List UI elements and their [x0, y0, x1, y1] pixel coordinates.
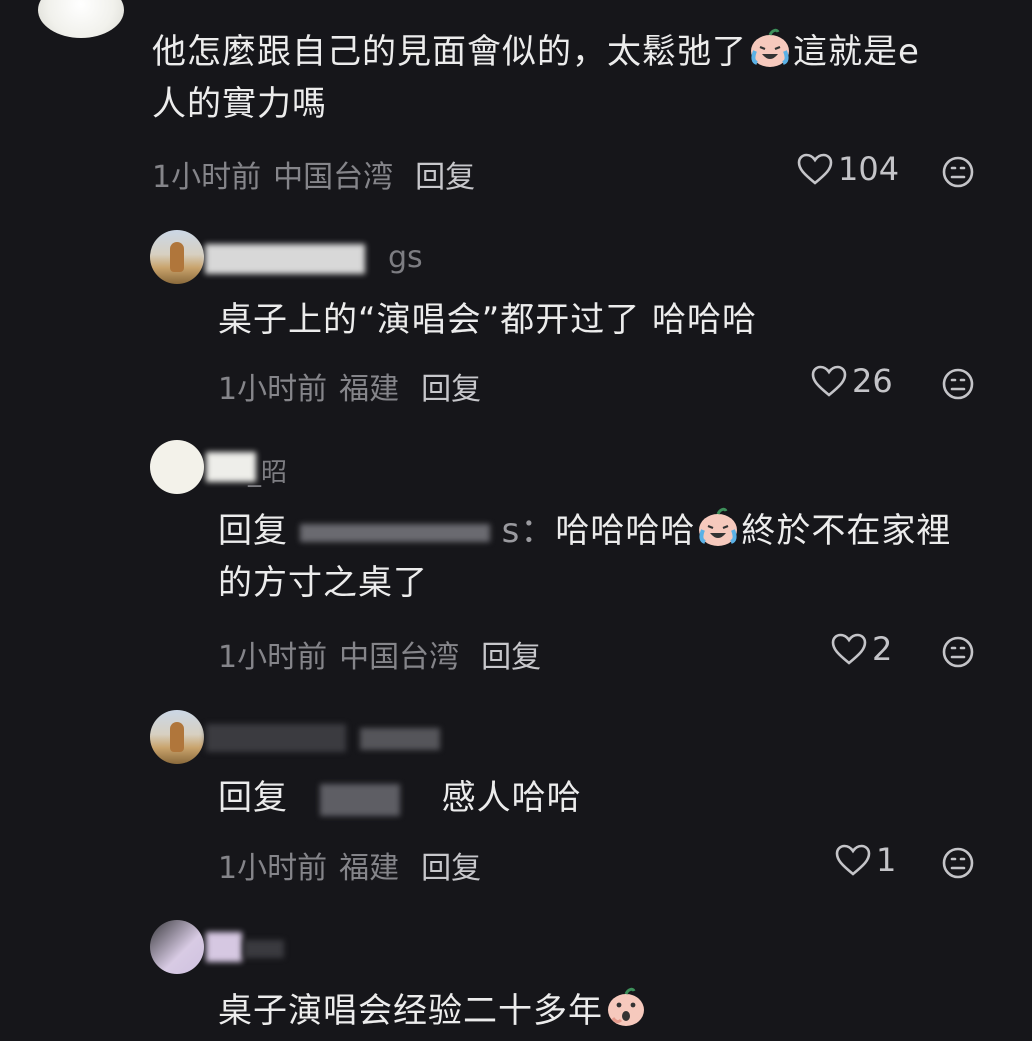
- comment-text: 回复 s：哈哈哈哈 終於不在家裡 的方寸之桌了: [218, 505, 1008, 609]
- comment-text-part1: 哈哈哈哈: [555, 511, 696, 551]
- comment-time: 1小时前: [152, 160, 262, 195]
- comment-text-body: 感人哈哈: [441, 778, 582, 818]
- comment-text-body: 桌子演唱会经验二十多年: [218, 991, 603, 1031]
- dislike-face-icon[interactable]: [941, 635, 975, 669]
- reply-button[interactable]: 回复: [415, 160, 475, 195]
- like-count: 2: [872, 630, 893, 668]
- heart-outline-icon: [835, 844, 871, 876]
- username-redaction: [206, 724, 346, 752]
- avatar[interactable]: [150, 440, 204, 494]
- heart-outline-icon: [797, 153, 833, 185]
- comment-location: 福建: [339, 372, 400, 407]
- comment-text: 桌子上的“演唱会”都开过了 哈哈哈: [218, 300, 758, 340]
- reply-button[interactable]: 回复: [421, 851, 481, 886]
- comment-meta: 1小时前 中国台湾 回复: [218, 632, 541, 676]
- comment-text-part2: 這就是e: [793, 32, 920, 72]
- username-fragment: gs: [388, 240, 423, 275]
- comment-time: 1小时前: [218, 640, 328, 675]
- like-count: 1: [876, 841, 897, 879]
- comment-time: 1小时前: [218, 851, 328, 886]
- username-redaction: [205, 244, 365, 274]
- comment-text-part1: 他怎麼跟自己的見面會似的，太鬆弛了: [152, 32, 747, 72]
- comment-meta: 1小时前 福建 回复: [218, 364, 481, 408]
- crying-laughing-emoji-icon: [751, 28, 789, 67]
- comment-meta: 1小时前 福建 回复: [218, 843, 481, 887]
- reply-button[interactable]: 回复: [421, 372, 481, 407]
- dislike-face-icon[interactable]: [941, 846, 975, 880]
- reply-button[interactable]: 回复: [481, 640, 541, 675]
- comment-location: 中国台湾: [273, 160, 394, 195]
- crying-laughing-emoji-icon: [699, 507, 738, 546]
- comment-meta: 1小时前 中国台湾 回复: [152, 152, 475, 196]
- reply-target-fragment: s：: [501, 511, 556, 551]
- comment-text: 他怎麼跟自己的見面會似的，太鬆弛了 這就是e 人的實力嗎: [152, 26, 992, 130]
- username-redaction: [206, 932, 242, 962]
- dislike-face-icon[interactable]: [941, 367, 975, 401]
- reply-target-redaction: [299, 523, 490, 542]
- reply-prefix: 回复: [218, 511, 288, 551]
- comment-text-line2: 人的實力嗎: [152, 84, 327, 124]
- heart-outline-icon: [831, 633, 867, 665]
- like-button[interactable]: 2: [830, 630, 892, 668]
- username-fragment: _昭: [248, 458, 288, 488]
- shocked-face-emoji-icon: [608, 987, 644, 1026]
- comment-text: 桌子演唱会经验二十多年: [218, 985, 649, 1037]
- comment-text-line2: 的方寸之桌了: [218, 563, 428, 603]
- reply-target-redaction: [319, 783, 400, 816]
- heart-outline-icon: [811, 365, 847, 397]
- like-button[interactable]: 104: [796, 150, 899, 188]
- avatar[interactable]: [150, 920, 204, 974]
- comment-text-part2: 終於不在家裡: [741, 511, 952, 551]
- username-redaction: [360, 728, 440, 750]
- like-button[interactable]: 26: [810, 362, 893, 400]
- username-redaction: [244, 940, 284, 958]
- reply-prefix: 回复: [218, 778, 288, 818]
- like-button[interactable]: 1: [834, 841, 896, 879]
- comment-location: 中国台湾: [339, 640, 460, 675]
- comment-text: 回复 感人哈哈: [218, 772, 582, 824]
- dislike-face-icon[interactable]: [941, 155, 975, 189]
- avatar[interactable]: [150, 710, 204, 764]
- comment-time: 1小时前: [218, 372, 328, 407]
- comment-location: 福建: [339, 851, 400, 886]
- avatar[interactable]: [150, 230, 204, 284]
- like-count: 26: [852, 362, 893, 400]
- avatar[interactable]: [38, 0, 124, 38]
- like-count: 104: [838, 150, 900, 188]
